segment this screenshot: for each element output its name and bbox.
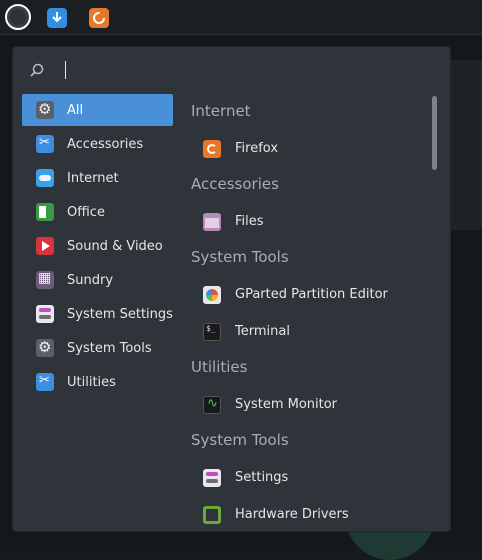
folder-icon xyxy=(203,212,221,231)
section-heading: Utilities xyxy=(191,358,248,376)
gear-icon xyxy=(36,100,54,119)
firefox-icon xyxy=(203,139,221,158)
terminal-icon xyxy=(203,322,221,341)
app-label: GParted Partition Editor xyxy=(235,287,388,302)
firefox-launcher-icon[interactable] xyxy=(89,8,109,28)
search-bar[interactable] xyxy=(27,59,427,83)
tools-icon xyxy=(36,373,54,391)
settings-toggle-icon xyxy=(203,468,221,487)
search-icon xyxy=(30,63,44,77)
category-label: Accessories xyxy=(67,136,144,152)
app-files[interactable]: Files xyxy=(191,203,431,240)
category-system-settings[interactable]: System Settings xyxy=(22,298,173,330)
scrollbar[interactable] xyxy=(432,96,437,170)
category-accessories[interactable]: Accessories xyxy=(22,128,173,160)
section-heading: System Tools xyxy=(191,248,289,266)
app-settings[interactable]: Settings xyxy=(191,459,431,496)
category-list: All Accessories Internet Office Sound & … xyxy=(22,94,173,400)
category-label: All xyxy=(67,102,84,118)
category-label: Utilities xyxy=(67,374,116,390)
category-label: Sundry xyxy=(67,272,114,288)
section-heading: Accessories xyxy=(191,175,279,193)
office-icon xyxy=(36,203,54,221)
app-gparted[interactable]: GParted Partition Editor xyxy=(191,276,431,313)
category-label: System Settings xyxy=(67,306,173,322)
category-label: Office xyxy=(67,204,105,220)
search-input[interactable] xyxy=(65,61,66,79)
application-menu: All Accessories Internet Office Sound & … xyxy=(13,47,450,531)
category-label: System Tools xyxy=(67,340,152,356)
cloud-icon xyxy=(36,169,54,187)
app-label: Hardware Drivers xyxy=(235,507,349,522)
category-label: Internet xyxy=(67,170,119,186)
category-system-tools[interactable]: System Tools xyxy=(22,332,173,364)
top-panel xyxy=(0,0,482,35)
chip-icon xyxy=(203,505,221,524)
app-label: Files xyxy=(235,214,264,229)
application-list: Internet Firefox Accessories Files Syste… xyxy=(191,94,431,531)
app-label: Terminal xyxy=(235,324,290,339)
video-icon xyxy=(36,237,54,255)
category-label: Sound & Video xyxy=(67,238,163,254)
system-monitor-icon xyxy=(203,395,221,414)
category-office[interactable]: Office xyxy=(22,196,173,228)
app-label: Firefox xyxy=(235,141,279,156)
app-label: System Monitor xyxy=(235,397,338,412)
settings-toggle-icon xyxy=(36,305,54,323)
section-heading: System Tools xyxy=(191,431,289,449)
app-system-monitor[interactable]: System Monitor xyxy=(191,386,431,423)
category-utilities[interactable]: Utilities xyxy=(22,366,173,398)
gear-icon xyxy=(36,338,54,357)
category-internet[interactable]: Internet xyxy=(22,162,173,194)
category-all[interactable]: All xyxy=(22,94,173,126)
app-hardware-drivers[interactable]: Hardware Drivers xyxy=(191,496,431,531)
app-terminal[interactable]: Terminal xyxy=(191,313,431,350)
category-sound-video[interactable]: Sound & Video xyxy=(22,230,173,262)
app-menu-button[interactable] xyxy=(5,4,31,30)
tools-icon xyxy=(36,135,54,153)
sundry-icon xyxy=(36,270,54,289)
section-heading: Internet xyxy=(191,102,251,120)
app-label: Settings xyxy=(235,470,289,485)
gparted-icon xyxy=(203,285,221,304)
download-launcher-icon[interactable] xyxy=(47,8,67,28)
app-firefox[interactable]: Firefox xyxy=(191,130,431,167)
category-sundry[interactable]: Sundry xyxy=(22,264,173,296)
